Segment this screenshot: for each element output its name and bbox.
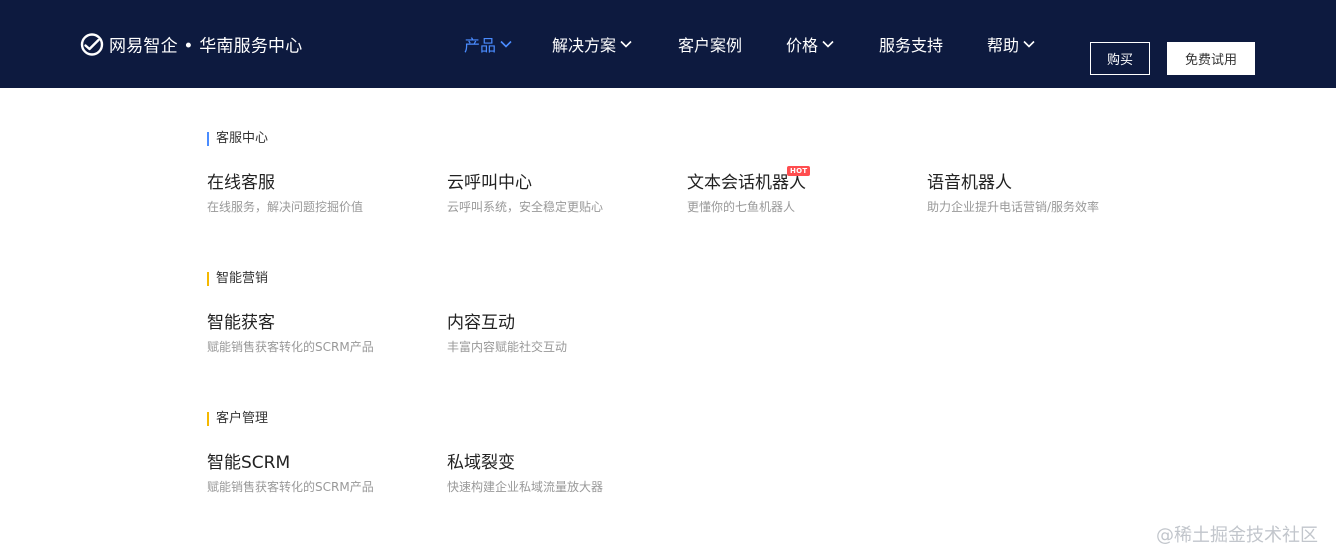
- product-item-title: 文本会话机器人 HOT: [687, 166, 811, 194]
- chevron-down-icon: [620, 40, 632, 48]
- product-item-desc: 云呼叫系统，安全稳定更贴心: [447, 200, 604, 214]
- product-item-desc: 赋能销售获客转化的SCRM产品: [207, 340, 374, 354]
- product-item-private-domain-fission[interactable]: 私域裂变 快速构建企业私域流量放大器: [447, 452, 667, 495]
- product-item-desc: 丰富内容赋能社交互动: [447, 340, 568, 354]
- product-item-desc: 快速构建企业私域流量放大器: [447, 480, 604, 494]
- product-item-title: 云呼叫中心: [447, 173, 532, 193]
- product-item-desc: 赋能销售获客转化的SCRM产品: [207, 480, 374, 494]
- product-item-title-text: 文本会话机器人: [687, 173, 806, 193]
- product-item-smart-acquisition[interactable]: 智能获客 赋能销售获客转化的SCRM产品: [207, 312, 427, 355]
- product-item-desc: 更懂你的七鱼机器人: [687, 200, 796, 214]
- nav-item-help[interactable]: 帮助: [987, 32, 1035, 56]
- nav-item-support-label: 服务支持: [879, 36, 944, 55]
- top-navbar: 网易智企 • 华南服务中心 产品 解决方案 客户案例 价格 服务支持 帮助 购买…: [0, 0, 1336, 88]
- nav-item-products[interactable]: 产品: [464, 32, 512, 56]
- nav-item-cases-label: 客户案例: [678, 36, 743, 55]
- chevron-down-icon: [500, 40, 512, 48]
- nav-item-products-label: 产品: [464, 36, 497, 55]
- product-item-title: 在线客服: [207, 173, 275, 193]
- nav-item-cases[interactable]: 客户案例: [678, 32, 742, 56]
- chevron-down-icon: [822, 40, 834, 48]
- product-item-desc: 在线服务，解决问题挖掘价值: [207, 200, 364, 214]
- product-item-smart-scrm[interactable]: 智能SCRM 赋能销售获客转化的SCRM产品: [207, 452, 427, 495]
- page: 网易智企 • 华南服务中心 产品 解决方案 客户案例 价格 服务支持 帮助 购买…: [0, 0, 1336, 559]
- chevron-down-icon: [1023, 40, 1035, 48]
- product-item-desc: 助力企业提升电话营销/服务效率: [927, 200, 1100, 214]
- nav-item-solutions-label: 解决方案: [552, 36, 617, 55]
- free-trial-button[interactable]: 免费试用: [1167, 42, 1255, 75]
- product-item-title: 语音机器人: [927, 173, 1012, 193]
- product-item-title: 私域裂变: [447, 453, 515, 473]
- product-item-content-interaction[interactable]: 内容互动 丰富内容赋能社交互动: [447, 312, 667, 355]
- product-item-voice-robot[interactable]: 语音机器人 助力企业提升电话营销/服务效率: [927, 172, 1147, 215]
- nav-item-pricing[interactable]: 价格: [786, 32, 834, 56]
- hot-badge: HOT: [787, 166, 811, 176]
- product-item-online-service[interactable]: 在线客服 在线服务，解决问题挖掘价值: [207, 172, 427, 215]
- section-title-customer-management: 客户管理: [207, 412, 268, 426]
- section-title-smart-marketing: 智能营销: [207, 272, 268, 286]
- brand-name: 网易智企 • 华南服务中心: [109, 36, 303, 57]
- product-item-title: 智能SCRM: [207, 453, 291, 473]
- nav-item-help-label: 帮助: [987, 36, 1020, 55]
- watermark: @稀土掘金技术社区: [1156, 525, 1318, 546]
- product-item-title: 智能获客: [207, 313, 275, 333]
- product-item-title: 内容互动: [447, 313, 515, 333]
- buy-button[interactable]: 购买: [1090, 42, 1150, 75]
- nav-item-support[interactable]: 服务支持: [879, 32, 943, 56]
- nav-item-pricing-label: 价格: [786, 36, 819, 55]
- product-item-cloud-call-center[interactable]: 云呼叫中心 云呼叫系统，安全稳定更贴心: [447, 172, 667, 215]
- brand-logo[interactable]: 网易智企 • 华南服务中心: [80, 32, 302, 57]
- nav-item-solutions[interactable]: 解决方案: [552, 32, 632, 56]
- product-item-text-chatbot[interactable]: 文本会话机器人 HOT 更懂你的七鱼机器人: [687, 166, 907, 215]
- section-title-customer-service: 客服中心: [207, 132, 268, 146]
- netease-zhiqi-logo-icon: [80, 32, 104, 56]
